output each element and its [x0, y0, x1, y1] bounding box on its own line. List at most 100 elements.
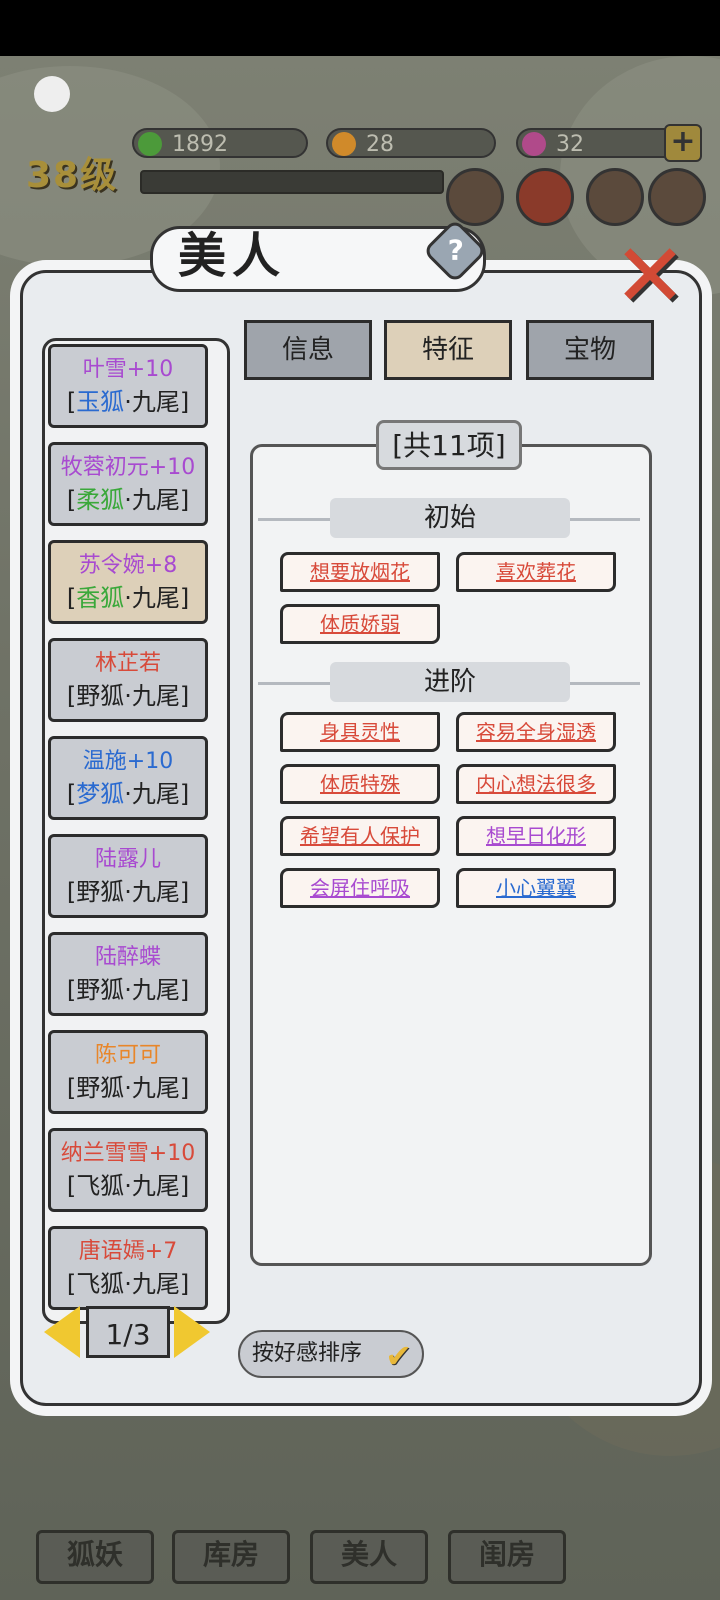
nav-storehouse[interactable]: 库房 [172, 1530, 290, 1584]
player-level: 38级 [26, 155, 119, 196]
bracket-open: [ [66, 388, 77, 416]
section-initial-title: 初始 [330, 498, 570, 538]
beauty-card[interactable]: 苏令婉+8 [香狐·九尾] [48, 540, 208, 624]
fox-type: 飞狐 [76, 1270, 125, 1298]
beauty-card[interactable]: 叶雪+10 [玉狐·九尾] [48, 344, 208, 428]
prev-page-arrow-icon[interactable] [44, 1306, 80, 1358]
trait-chip[interactable]: 内心想法很多 [456, 764, 616, 804]
tab-traits[interactable]: 特征 [384, 320, 512, 380]
beauty-type: [香狐·九尾] [51, 581, 205, 615]
nav-beauties[interactable]: 美人 [310, 1530, 428, 1584]
beauty-card[interactable]: 陆露儿 [野狐·九尾] [48, 834, 208, 918]
beauty-name: 牧蓉初元+10 [60, 455, 196, 480]
resource-value: 28 [366, 132, 394, 157]
fox-type: 玉狐 [76, 388, 125, 416]
tail-type: ·九尾] [124, 1172, 190, 1200]
beauty-name: 苏令婉+8 [78, 553, 178, 578]
bracket-open: [ [66, 780, 77, 808]
beauty-name: 纳兰雪雪+10 [60, 1141, 196, 1166]
sort-by-affection-toggle[interactable]: 按好感排序 ✔ [238, 1330, 424, 1378]
leaf-icon [138, 132, 162, 156]
beauty-type: [飞狐·九尾] [51, 1169, 205, 1203]
beauty-type: [柔狐·九尾] [51, 483, 205, 517]
bracket-open: [ [66, 1270, 77, 1298]
beauty-name: 温施+10 [82, 749, 174, 774]
tail-type: ·九尾] [124, 976, 190, 1004]
trait-chip[interactable]: 身具灵性 [280, 712, 440, 752]
beauty-type: [玉狐·九尾] [51, 385, 205, 419]
section-advanced-title: 进阶 [330, 662, 570, 702]
fox-type: 梦狐 [76, 780, 125, 808]
tail-type: ·九尾] [124, 486, 190, 514]
trait-count: [共11项] [376, 420, 522, 470]
tab-info[interactable]: 信息 [244, 320, 372, 380]
event-icon[interactable] [648, 168, 706, 226]
fox-type: 野狐 [76, 976, 125, 1004]
resource-gem: 32 [516, 128, 684, 158]
checkmark-icon: ✔ [385, 1337, 412, 1375]
close-button[interactable]: ✕ [610, 232, 690, 320]
experience-bar [140, 170, 444, 194]
bracket-open: [ [66, 1172, 77, 1200]
beauty-type: [野狐·九尾] [51, 1071, 205, 1105]
fox-type: 野狐 [76, 1074, 125, 1102]
beauty-card[interactable]: 林芷若 [野狐·九尾] [48, 638, 208, 722]
fox-type: 柔狐 [76, 486, 125, 514]
nav-fox-demon[interactable]: 狐妖 [36, 1530, 154, 1584]
tail-type: ·九尾] [124, 1270, 190, 1298]
beauty-name: 叶雪+10 [82, 357, 174, 382]
beauty-name: 唐语嫣+7 [78, 1239, 178, 1264]
beauty-card[interactable]: 牧蓉初元+10 [柔狐·九尾] [48, 442, 208, 526]
tab-treasures[interactable]: 宝物 [526, 320, 654, 380]
status-bar [0, 0, 720, 56]
beauty-card[interactable]: 陆醉蝶 [野狐·九尾] [48, 932, 208, 1016]
fox-type: 野狐 [76, 878, 125, 906]
resource-moon: 28 [326, 128, 496, 158]
bracket-open: [ [66, 682, 77, 710]
fox-type: 飞狐 [76, 1172, 125, 1200]
beauty-type: [野狐·九尾] [51, 679, 205, 713]
moon-icon [332, 132, 356, 156]
trait-chip[interactable]: 会屏住呼吸 [280, 868, 440, 908]
beauty-card[interactable]: 陈可可 [野狐·九尾] [48, 1030, 208, 1114]
bracket-open: [ [66, 1074, 77, 1102]
next-page-arrow-icon[interactable] [174, 1306, 210, 1358]
trait-chip[interactable]: 希望有人保护 [280, 816, 440, 856]
trait-chip[interactable]: 容易全身湿透 [456, 712, 616, 752]
nav-boudoir[interactable]: 闺房 [448, 1530, 566, 1584]
fox-type: 野狐 [76, 682, 125, 710]
beauty-type: [野狐·九尾] [51, 973, 205, 1007]
bracket-open: [ [66, 878, 77, 906]
dialog-title: 美人 [178, 228, 287, 284]
add-resource-button[interactable]: + [664, 124, 702, 162]
beauty-name: 陆露儿 [94, 847, 161, 872]
event-icon[interactable] [446, 168, 504, 226]
tail-type: ·九尾] [124, 584, 190, 612]
question-icon: ? [447, 233, 464, 267]
sort-label: 按好感排序 [252, 1341, 363, 1366]
beauty-name: 林芷若 [94, 651, 161, 676]
tail-type: ·九尾] [124, 682, 190, 710]
bracket-open: [ [66, 486, 77, 514]
trait-chip[interactable]: 体质特殊 [280, 764, 440, 804]
tail-type: ·九尾] [124, 388, 190, 416]
event-icon[interactable] [586, 168, 644, 226]
beauty-type: [野狐·九尾] [51, 875, 205, 909]
event-icon[interactable] [516, 168, 574, 226]
trait-chip[interactable]: 小心翼翼 [456, 868, 616, 908]
trait-chip[interactable]: 体质娇弱 [280, 604, 440, 644]
tail-type: ·九尾] [124, 1074, 190, 1102]
fox-type: 香狐 [76, 584, 125, 612]
beauty-name: 陆醉蝶 [94, 945, 161, 970]
trait-chip[interactable]: 喜欢葬花 [456, 552, 616, 592]
beauty-card[interactable]: 温施+10 [梦狐·九尾] [48, 736, 208, 820]
bracket-open: [ [66, 976, 77, 1004]
beauty-type: [梦狐·九尾] [51, 777, 205, 811]
beauty-card[interactable]: 唐语嫣+7 [飞狐·九尾] [48, 1226, 208, 1310]
trait-chip[interactable]: 想早日化形 [456, 816, 616, 856]
page-indicator: 1/3 [86, 1306, 170, 1358]
beauty-name: 陈可可 [94, 1043, 161, 1068]
floating-menu-button[interactable] [34, 76, 70, 112]
trait-chip[interactable]: 想要放烟花 [280, 552, 440, 592]
beauty-card[interactable]: 纳兰雪雪+10 [飞狐·九尾] [48, 1128, 208, 1212]
